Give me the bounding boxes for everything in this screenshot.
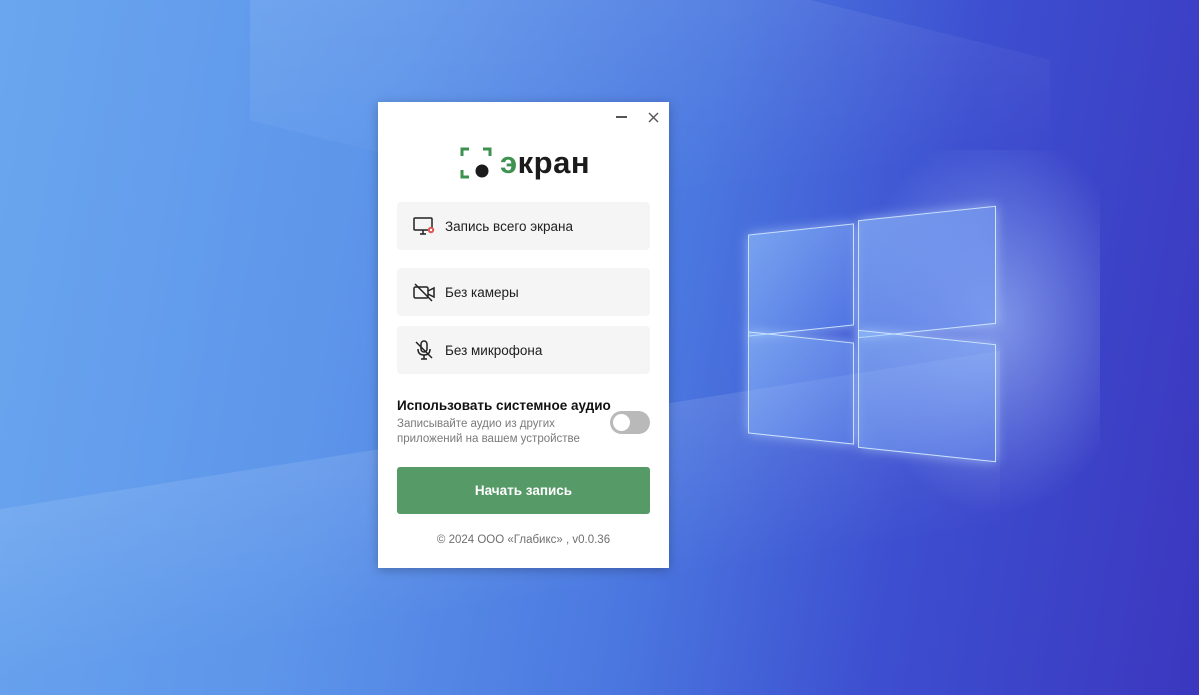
app-logo: экран [460,145,595,185]
monitor-record-icon [412,214,436,238]
camera-option-label: Без камеры [445,284,519,300]
logo-wordmark-rest: кран [517,145,591,180]
start-recording-button[interactable]: Начать запись [397,467,650,514]
minimize-icon [615,116,627,118]
logo-wordmark: экран [500,145,590,181]
copyright-footer: © 2024 ООО «Глабикс» , v0.0.36 [436,534,611,546]
windows-logo-pane [858,205,996,339]
camera-option[interactable]: Без камеры [397,268,650,316]
system-audio-description: Записывайте аудио из других приложений н… [397,418,580,445]
camera-off-icon [412,280,436,304]
windows-logo-pane [858,329,996,463]
close-button[interactable] [642,108,664,126]
system-audio-title: Использовать системное аудио [397,398,611,413]
microphone-option[interactable]: Без микрофона [397,326,650,374]
microphone-option-label: Без микрофона [445,342,543,358]
system-audio-toggle[interactable] [610,411,650,434]
screen-source-option[interactable]: Запись всего экрана [397,202,650,250]
minimize-button[interactable] [610,108,632,126]
screen-capture-frame-icon [460,147,492,179]
screen-source-label: Запись всего экрана [445,218,573,234]
logo-wordmark-accent: э [500,145,518,180]
windows-logo [748,205,996,463]
microphone-off-icon [412,338,436,362]
recorder-window: экран Запись всего экрана Без камеры Без… [378,102,669,568]
close-icon [648,112,658,122]
windows-logo-pane [748,331,854,445]
windows-logo-pane [748,223,854,337]
toggle-knob [613,414,630,431]
